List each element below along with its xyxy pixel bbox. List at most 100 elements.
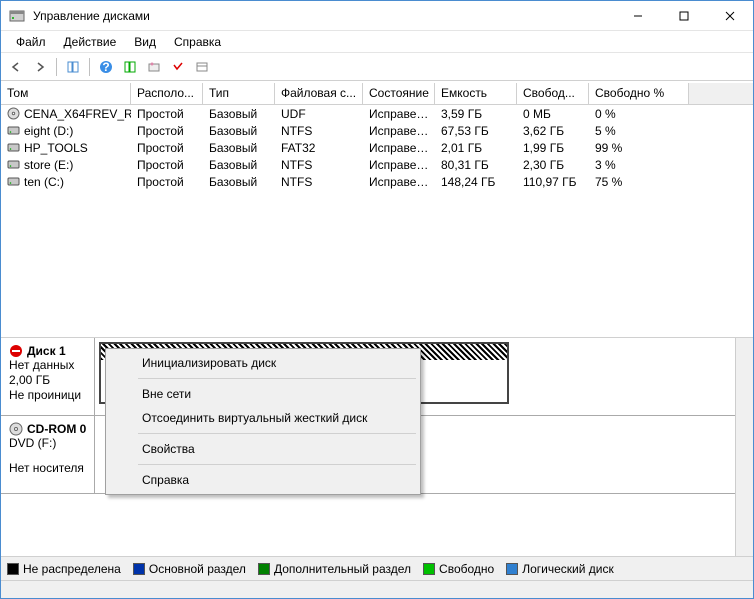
ctx-detach-vhd[interactable]: Отсоединить виртуальный жесткий диск xyxy=(108,406,418,430)
volume-status: Исправен... xyxy=(363,140,435,156)
volume-name: eight (D:) xyxy=(1,123,131,139)
volume-row[interactable]: CENA_X64FREV_R...ПростойБазовыйUDFИсправ… xyxy=(1,105,753,122)
volume-icon xyxy=(7,107,20,120)
volume-layout: Простой xyxy=(131,157,203,173)
disk-1-size: 2,00 ГБ xyxy=(9,373,90,388)
ctx-separator xyxy=(138,433,416,434)
legend-extended-swatch xyxy=(258,563,270,575)
volume-layout: Простой xyxy=(131,106,203,122)
col-freep[interactable]: Свободно % xyxy=(589,83,689,104)
toolbar: ? xyxy=(1,53,753,81)
volume-capacity: 148,24 ГБ xyxy=(435,174,517,190)
show-hide-button[interactable] xyxy=(62,56,84,78)
ctx-properties[interactable]: Свойства xyxy=(108,437,418,461)
menu-file[interactable]: Файл xyxy=(7,32,55,52)
ctx-initialize-disk[interactable]: Инициализировать диск xyxy=(108,351,418,375)
legend-free-swatch xyxy=(423,563,435,575)
volume-freep: 0 % xyxy=(589,106,689,122)
rescan-button[interactable] xyxy=(167,56,189,78)
volume-free: 3,62 ГБ xyxy=(517,123,589,139)
col-free[interactable]: Свобод... xyxy=(517,83,589,104)
status-bar xyxy=(1,580,753,598)
menu-view[interactable]: Вид xyxy=(125,32,165,52)
volume-row[interactable]: ten (C:)ПростойБазовыйNTFSИсправен...148… xyxy=(1,173,753,190)
volume-fs: NTFS xyxy=(275,174,363,190)
help-button[interactable]: ? xyxy=(95,56,117,78)
disk-1-name: Диск 1 xyxy=(27,344,66,358)
volume-status: Исправен... xyxy=(363,174,435,190)
legend-logical: Логический диск xyxy=(522,562,614,576)
maximize-button[interactable] xyxy=(661,1,707,31)
volume-fs: UDF xyxy=(275,106,363,122)
volume-row[interactable]: store (E:)ПростойБазовыйNTFSИсправен...8… xyxy=(1,156,753,173)
volume-layout: Простой xyxy=(131,123,203,139)
col-fs[interactable]: Файловая с... xyxy=(275,83,363,104)
cdrom-0-status: Нет носителя xyxy=(9,461,90,476)
volume-free: 1,99 ГБ xyxy=(517,140,589,156)
volume-icon xyxy=(7,158,20,171)
volume-status: Исправен... xyxy=(363,123,435,139)
volume-status: Исправен... xyxy=(363,157,435,173)
ctx-separator xyxy=(138,464,416,465)
volume-freep: 3 % xyxy=(589,157,689,173)
volume-header-row: Том Располо... Тип Файловая с... Состоян… xyxy=(1,83,753,105)
volume-type: Базовый xyxy=(203,106,275,122)
volume-icon xyxy=(7,141,20,154)
volume-fs: NTFS xyxy=(275,157,363,173)
volume-capacity: 3,59 ГБ xyxy=(435,106,517,122)
app-icon xyxy=(9,8,25,24)
refresh-button[interactable] xyxy=(119,56,141,78)
volume-row[interactable]: eight (D:)ПростойБазовыйNTFSИсправен...6… xyxy=(1,122,753,139)
close-button[interactable] xyxy=(707,1,753,31)
volume-freep: 99 % xyxy=(589,140,689,156)
settings-button[interactable] xyxy=(143,56,165,78)
content-area: Том Располо... Тип Файловая с... Состоян… xyxy=(1,83,753,598)
cdrom-0-drive: DVD (F:) xyxy=(9,436,90,451)
svg-text:?: ? xyxy=(102,60,109,74)
volume-icon xyxy=(7,175,20,188)
col-capacity[interactable]: Емкость xyxy=(435,83,517,104)
volume-fs: NTFS xyxy=(275,123,363,139)
volume-type: Базовый xyxy=(203,157,275,173)
volume-capacity: 80,31 ГБ xyxy=(435,157,517,173)
minimize-button[interactable] xyxy=(615,1,661,31)
cdrom-0-title: CD-ROM 0 xyxy=(9,422,90,436)
back-button[interactable] xyxy=(5,56,27,78)
volume-capacity: 2,01 ГБ xyxy=(435,140,517,156)
col-type[interactable]: Тип xyxy=(203,83,275,104)
legend-primary: Основной раздел xyxy=(149,562,246,576)
col-volume[interactable]: Том xyxy=(1,83,131,104)
legend-primary-swatch xyxy=(133,563,145,575)
forward-button[interactable] xyxy=(29,56,51,78)
volume-free: 0 МБ xyxy=(517,106,589,122)
legend-free: Свободно xyxy=(439,562,494,576)
ctx-separator xyxy=(138,378,416,379)
legend-unallocated: Не распределена xyxy=(23,562,121,576)
menu-action[interactable]: Действие xyxy=(55,32,126,52)
volume-rows: CENA_X64FREV_R...ПростойБазовыйUDFИсправ… xyxy=(1,105,753,190)
col-layout[interactable]: Располо... xyxy=(131,83,203,104)
volume-free: 110,97 ГБ xyxy=(517,174,589,190)
volume-name: ten (C:) xyxy=(1,174,131,190)
volume-freep: 5 % xyxy=(589,123,689,139)
volume-freep: 75 % xyxy=(589,174,689,190)
disk-1-label: Диск 1 Нет данных 2,00 ГБ Не проиници xyxy=(1,338,95,415)
toolbar-separator xyxy=(56,58,57,76)
legend-extended: Дополнительный раздел xyxy=(274,562,411,576)
disk-1-title: Диск 1 xyxy=(9,344,90,358)
list-button[interactable] xyxy=(191,56,213,78)
cdrom-0-name: CD-ROM 0 xyxy=(27,422,86,436)
volume-fs: FAT32 xyxy=(275,140,363,156)
volume-free: 2,30 ГБ xyxy=(517,157,589,173)
col-status[interactable]: Состояние xyxy=(363,83,435,104)
volume-row[interactable]: HP_TOOLSПростойБазовыйFAT32Исправен...2,… xyxy=(1,139,753,156)
volume-type: Базовый xyxy=(203,123,275,139)
ctx-offline[interactable]: Вне сети xyxy=(108,382,418,406)
disk-1-init: Не проиници xyxy=(9,388,90,403)
volume-type: Базовый xyxy=(203,174,275,190)
volume-capacity: 67,53 ГБ xyxy=(435,123,517,139)
ctx-help[interactable]: Справка xyxy=(108,468,418,492)
menu-help[interactable]: Справка xyxy=(165,32,230,52)
legend-unallocated-swatch xyxy=(7,563,19,575)
cdrom-icon xyxy=(9,422,23,436)
